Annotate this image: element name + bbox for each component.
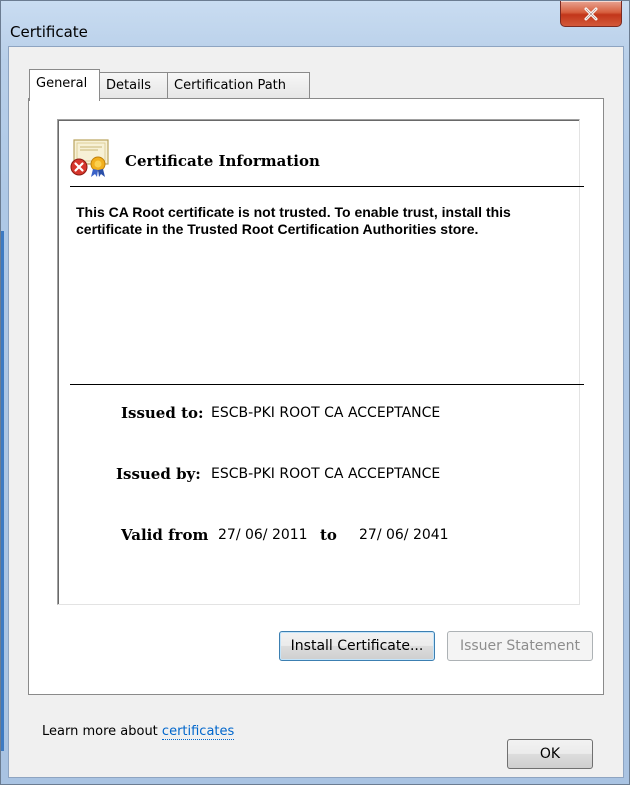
certificate-error-icon xyxy=(70,139,109,177)
tab-label: General xyxy=(36,76,88,91)
window-title: Certificate xyxy=(10,23,88,41)
background-window-edge xyxy=(1,231,4,751)
issued-to-value[interactable]: ESCB-PKI ROOT CA ACCEPTANCE xyxy=(211,405,440,421)
issued-to-label: Issued to: xyxy=(121,404,204,422)
valid-to-value[interactable]: 27/ 06/ 2041 xyxy=(359,527,449,543)
certificates-link[interactable]: certificates xyxy=(161,724,235,740)
certificate-info-box: Certificate Information This CA Root cer… xyxy=(57,119,584,605)
tab-certification-path[interactable]: Certification Path xyxy=(167,72,310,98)
tab-label: Certification Path xyxy=(174,78,287,93)
certificate-information-heading: Certificate Information xyxy=(125,152,320,170)
issued-by-value[interactable]: ESCB-PKI ROOT CA ACCEPTANCE xyxy=(211,466,440,482)
dialog-client-area: General Details Certification Path Certi… xyxy=(8,46,624,778)
valid-to-label: to xyxy=(320,526,337,544)
heading-divider xyxy=(70,186,584,187)
valid-from-label: Valid from xyxy=(121,526,209,544)
learn-more-row: Learn more about certificates xyxy=(42,724,235,740)
tab-details[interactable]: Details xyxy=(99,72,168,98)
ok-button[interactable]: OK xyxy=(507,739,593,769)
install-certificate-button[interactable]: Install Certificate... xyxy=(279,631,435,661)
tab-label: Details xyxy=(106,78,152,93)
details-divider xyxy=(70,384,584,385)
issuer-statement-button[interactable]: Issuer Statement xyxy=(447,631,593,661)
general-tab-panel: Certificate Information This CA Root cer… xyxy=(28,98,604,740)
issued-by-label: Issued by: xyxy=(116,465,201,483)
trust-warning-text: This CA Root certificate is not trusted.… xyxy=(76,204,511,237)
close-button[interactable] xyxy=(560,1,622,27)
close-icon xyxy=(584,7,598,20)
tab-general[interactable]: General xyxy=(29,69,100,101)
learn-more-text: Learn more about xyxy=(42,724,158,739)
certificate-window: Certificate General Details Certificatio… xyxy=(0,0,630,785)
valid-from-value[interactable]: 27/ 06/ 2011 xyxy=(218,527,308,543)
title-bar[interactable]: Certificate xyxy=(1,1,629,41)
